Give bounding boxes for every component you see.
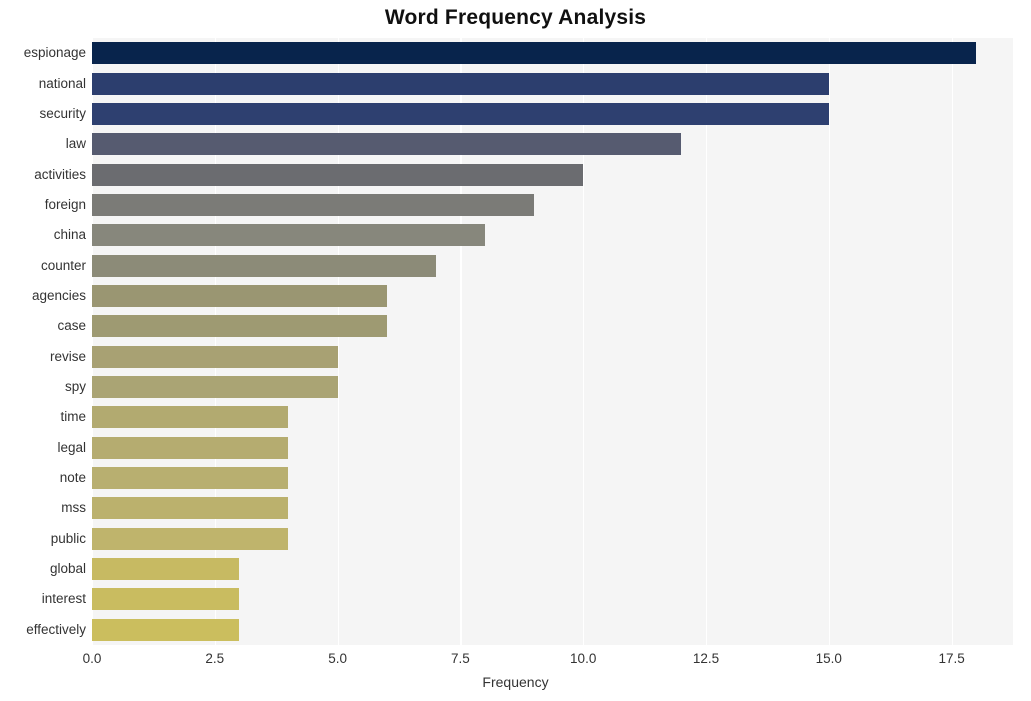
x-axis-tick-label: 7.5 xyxy=(451,651,470,666)
y-axis-tick-label: spy xyxy=(64,379,86,395)
y-axis-tick-label: national xyxy=(38,75,86,91)
y-axis-tick-labels: espionage national security law activities fo… xyxy=(0,38,86,645)
y-axis-tick-label: espionage xyxy=(23,45,86,61)
y-axis-tick-label: effectively xyxy=(26,621,86,637)
y-axis-tick-label: agencies xyxy=(31,287,86,303)
x-axis-title: Frequency xyxy=(482,674,549,690)
bar xyxy=(92,558,240,581)
bar xyxy=(92,315,387,338)
word-frequency-chart-figure: Word Frequency Analysis espionage nationa… xyxy=(0,0,1031,701)
bar xyxy=(92,193,535,216)
x-axis-tick-label: 2.5 xyxy=(205,651,225,666)
y-axis-tick-label: time xyxy=(60,409,86,425)
bar xyxy=(92,163,584,186)
x-axis-tick-label: 15.0 xyxy=(815,651,842,666)
y-axis-tick-label: case xyxy=(57,318,86,334)
y-axis-tick-label: revise xyxy=(49,348,86,364)
y-axis-tick-label: activities xyxy=(34,166,86,182)
bar xyxy=(92,406,289,429)
y-axis-tick-label: security xyxy=(39,105,86,121)
y-axis-tick-label: china xyxy=(53,227,86,243)
bar xyxy=(92,497,289,520)
x-axis-tick-label: 10.0 xyxy=(570,651,597,666)
x-axis-tick-label: 0.0 xyxy=(82,651,102,666)
bar xyxy=(92,42,977,65)
bar xyxy=(92,376,338,399)
y-axis-tick-label: law xyxy=(65,136,86,152)
x-axis-tick-label: 5.0 xyxy=(328,651,347,666)
bar xyxy=(92,588,240,611)
bar xyxy=(92,72,829,95)
bar xyxy=(92,254,436,277)
x-axis-tick-label: 12.5 xyxy=(692,651,720,666)
bar xyxy=(92,467,289,490)
chart-title: Word Frequency Analysis xyxy=(384,6,647,29)
bar xyxy=(92,345,338,368)
bar xyxy=(92,133,682,156)
bar xyxy=(92,618,240,641)
plot-area xyxy=(92,38,1013,645)
y-axis-tick-label: global xyxy=(49,561,86,577)
bar xyxy=(92,102,829,125)
bar xyxy=(92,527,289,550)
y-axis-tick-label: counter xyxy=(40,257,86,273)
y-axis-tick-label: interest xyxy=(41,591,86,607)
bar xyxy=(92,436,289,459)
x-axis-tick-label: 17.5 xyxy=(938,651,965,666)
y-axis-tick-label: note xyxy=(59,470,86,486)
y-axis-tick-label: foreign xyxy=(44,196,86,212)
bar xyxy=(92,284,387,307)
bars-layer xyxy=(92,38,1013,645)
y-axis-tick-label: mss xyxy=(61,500,86,516)
y-axis-tick-label: legal xyxy=(57,439,86,455)
y-axis-tick-label: public xyxy=(50,530,86,546)
bar xyxy=(92,224,485,247)
